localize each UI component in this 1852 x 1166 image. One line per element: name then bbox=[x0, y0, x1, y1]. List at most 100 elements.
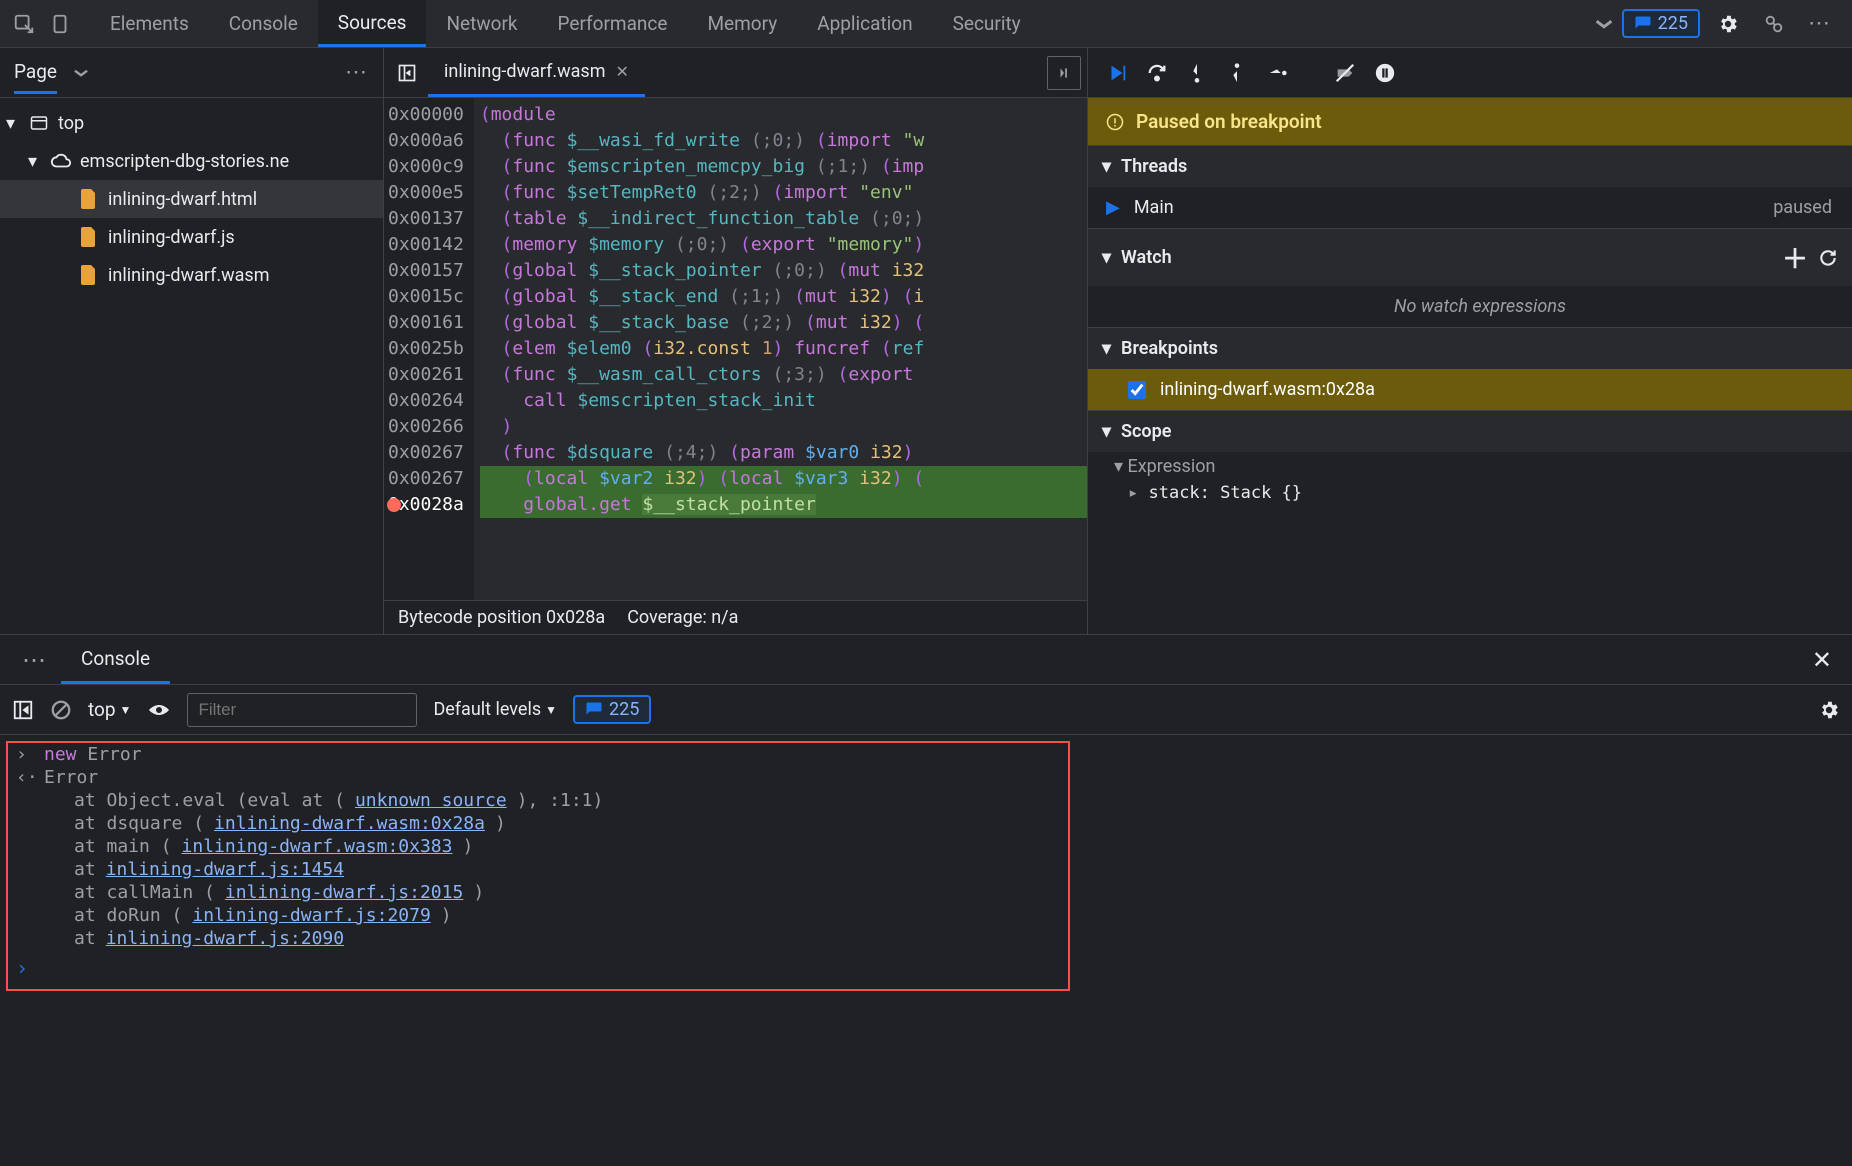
gutter-addr[interactable]: 0x0015c bbox=[388, 284, 464, 310]
code-line[interactable]: (global $__stack_base (;2;) (mut i32) ( bbox=[480, 310, 1087, 336]
clear-console-icon[interactable] bbox=[50, 699, 72, 721]
code-line[interactable]: (func $setTempRet0 (;2;) (import "env" bbox=[480, 180, 1087, 206]
code-line[interactable]: (memory $memory (;0;) (export "memory") bbox=[480, 232, 1087, 258]
top-tab-network[interactable]: Network bbox=[426, 0, 537, 47]
stack-link[interactable]: inlining-dwarf.js:2079 bbox=[192, 905, 430, 926]
breakpoints-header[interactable]: ▾Breakpoints bbox=[1088, 327, 1852, 369]
gutter-addr[interactable]: 0x00137 bbox=[388, 206, 464, 232]
step-out-icon[interactable] bbox=[1226, 62, 1248, 84]
inspect-icon[interactable] bbox=[6, 6, 42, 42]
threads-header[interactable]: ▾Threads bbox=[1088, 145, 1852, 187]
code-line[interactable]: (local $var2 i32) (local $var3 i32) ( bbox=[480, 466, 1087, 492]
step-icon[interactable] bbox=[1266, 62, 1288, 84]
settings-icon[interactable] bbox=[1710, 6, 1746, 42]
stack-link[interactable]: inlining-dwarf.wasm:0x28a bbox=[214, 813, 485, 834]
sidebar-tab-page[interactable]: Page bbox=[14, 60, 57, 94]
code-line[interactable]: (elem $elem0 (i32.const 1) funcref (ref bbox=[480, 336, 1087, 362]
gutter-addr[interactable]: 0x00264 bbox=[388, 388, 464, 414]
gutter-addr[interactable]: 0x000a6 bbox=[388, 128, 464, 154]
console-issues-badge[interactable]: 225 bbox=[573, 695, 651, 724]
sidebar-more-tabs-icon[interactable] bbox=[67, 59, 95, 87]
gutter-addr[interactable]: 0x00261 bbox=[388, 362, 464, 388]
stack-link[interactable]: inlining-dwarf.js:2090 bbox=[106, 928, 344, 949]
drawer-close-icon[interactable]: ✕ bbox=[1802, 646, 1842, 674]
pause-exceptions-icon[interactable] bbox=[1374, 62, 1396, 84]
stack-link[interactable]: inlining-dwarf.wasm:0x383 bbox=[182, 836, 453, 857]
breakpoint-row[interactable]: inlining-dwarf.wasm:0x28a bbox=[1088, 369, 1852, 410]
tree-file[interactable]: inlining-dwarf.js bbox=[0, 218, 383, 256]
console-levels[interactable]: Default levels ▼ bbox=[433, 699, 557, 720]
file-icon bbox=[78, 264, 100, 286]
resume-icon[interactable] bbox=[1106, 62, 1128, 84]
scope-expression[interactable]: Expression bbox=[1088, 452, 1852, 481]
add-watch-icon[interactable]: ＋ bbox=[1782, 239, 1808, 276]
tree-file[interactable]: inlining-dwarf.wasm bbox=[0, 256, 383, 294]
code-line[interactable]: (func $dsquare (;4;) (param $var0 i32) bbox=[480, 440, 1087, 466]
code-line[interactable]: (func $__wasm_call_ctors (;3;) (export bbox=[480, 362, 1087, 388]
stack-link[interactable]: inlining-dwarf.js:1454 bbox=[106, 859, 344, 880]
console-sidebar-toggle-icon[interactable] bbox=[12, 699, 34, 721]
top-tab-elements[interactable]: Elements bbox=[90, 0, 209, 47]
top-tab-console[interactable]: Console bbox=[209, 0, 318, 47]
console-settings-icon[interactable] bbox=[1818, 699, 1840, 721]
console-output-marker: ‹· bbox=[16, 767, 34, 788]
code-line[interactable]: call $emscripten_stack_init bbox=[480, 388, 1087, 414]
gutter-addr[interactable]: 0x00266 bbox=[388, 414, 464, 440]
stack-link[interactable]: inlining-dwarf.js:2015 bbox=[225, 882, 463, 903]
top-tab-application[interactable]: Application bbox=[797, 0, 932, 47]
console-stack-frame: at doRun (inlining-dwarf.js:2079) bbox=[10, 904, 1842, 927]
top-tab-performance[interactable]: Performance bbox=[538, 0, 688, 47]
sidebar-kebab-icon[interactable]: ⋯ bbox=[345, 60, 369, 85]
stack-link[interactable]: unknown source bbox=[355, 790, 507, 811]
code-line[interactable]: global.get $__stack_pointer bbox=[480, 492, 1087, 518]
code-line[interactable]: ) bbox=[480, 414, 1087, 440]
tree-root-label: top bbox=[58, 113, 84, 134]
code-line[interactable]: (global $__stack_pointer (;0;) (mut i32 bbox=[480, 258, 1087, 284]
code-line[interactable]: (module bbox=[480, 102, 1087, 128]
code-line[interactable]: (func $emscripten_memcpy_big (;1;) (imp bbox=[480, 154, 1087, 180]
gutter-addr[interactable]: 0x00267 bbox=[388, 440, 464, 466]
code-line[interactable]: (func $__wasi_fd_write (;0;) (import "w bbox=[480, 128, 1087, 154]
code-line[interactable]: (table $__indirect_function_table (;0;) bbox=[480, 206, 1087, 232]
device-icon[interactable] bbox=[42, 6, 78, 42]
refresh-watch-icon[interactable] bbox=[1818, 248, 1838, 268]
nav-toggle-icon[interactable] bbox=[390, 56, 424, 90]
tree-root[interactable]: ▾ top bbox=[0, 104, 383, 142]
gutter-addr[interactable]: 0x00142 bbox=[388, 232, 464, 258]
issues-badge[interactable]: 225 bbox=[1622, 9, 1700, 38]
experiments-icon[interactable] bbox=[1756, 6, 1792, 42]
tree-domain[interactable]: ▾ emscripten-dbg-stories.ne bbox=[0, 142, 383, 180]
gutter-addr[interactable]: 0x00000 bbox=[388, 102, 464, 128]
watch-header[interactable]: ▾Watch ＋ bbox=[1088, 228, 1852, 286]
scope-stack[interactable]: stack: Stack {} bbox=[1088, 481, 1852, 505]
gutter-addr[interactable]: 0x00267 bbox=[388, 466, 464, 492]
code-line[interactable]: (global $__stack_end (;1;) (mut i32) (i bbox=[480, 284, 1087, 310]
drawer-tab-console[interactable]: Console bbox=[61, 635, 170, 684]
gutter-addr[interactable]: 0x00161 bbox=[388, 310, 464, 336]
thread-main[interactable]: ▶ Main paused bbox=[1088, 187, 1852, 228]
gutter-addr[interactable]: 0x000c9 bbox=[388, 154, 464, 180]
drawer-kebab-icon[interactable]: ⋯ bbox=[10, 646, 61, 674]
console-context[interactable]: top▼ bbox=[88, 698, 131, 721]
gutter-addr[interactable]: 0x0025b bbox=[388, 336, 464, 362]
console-filter-input[interactable] bbox=[187, 693, 417, 727]
close-tab-icon[interactable]: ✕ bbox=[616, 62, 629, 81]
breakpoint-dot[interactable] bbox=[387, 498, 401, 512]
step-over-icon[interactable] bbox=[1146, 62, 1168, 84]
top-tab-sources[interactable]: Sources bbox=[318, 0, 427, 47]
deactivate-bp-icon[interactable] bbox=[1334, 62, 1356, 84]
scope-header[interactable]: ▾Scope bbox=[1088, 410, 1852, 452]
kebab-icon[interactable]: ⋯ bbox=[1802, 6, 1838, 42]
console-prompt[interactable]: › bbox=[10, 950, 1842, 986]
live-expression-icon[interactable] bbox=[147, 701, 171, 719]
top-tab-security[interactable]: Security bbox=[933, 0, 1041, 47]
step-into-icon[interactable] bbox=[1186, 62, 1208, 84]
breakpoint-checkbox[interactable] bbox=[1128, 381, 1146, 399]
gutter-addr[interactable]: 0x000e5 bbox=[388, 180, 464, 206]
top-tab-memory[interactable]: Memory bbox=[687, 0, 797, 47]
tree-file[interactable]: inlining-dwarf.html bbox=[0, 180, 383, 218]
editor-tab[interactable]: inlining-dwarf.wasm ✕ bbox=[428, 48, 645, 97]
gutter-addr[interactable]: 0x00157 bbox=[388, 258, 464, 284]
run-snippet-icon[interactable] bbox=[1047, 56, 1081, 90]
more-tabs-icon[interactable] bbox=[1586, 6, 1622, 42]
